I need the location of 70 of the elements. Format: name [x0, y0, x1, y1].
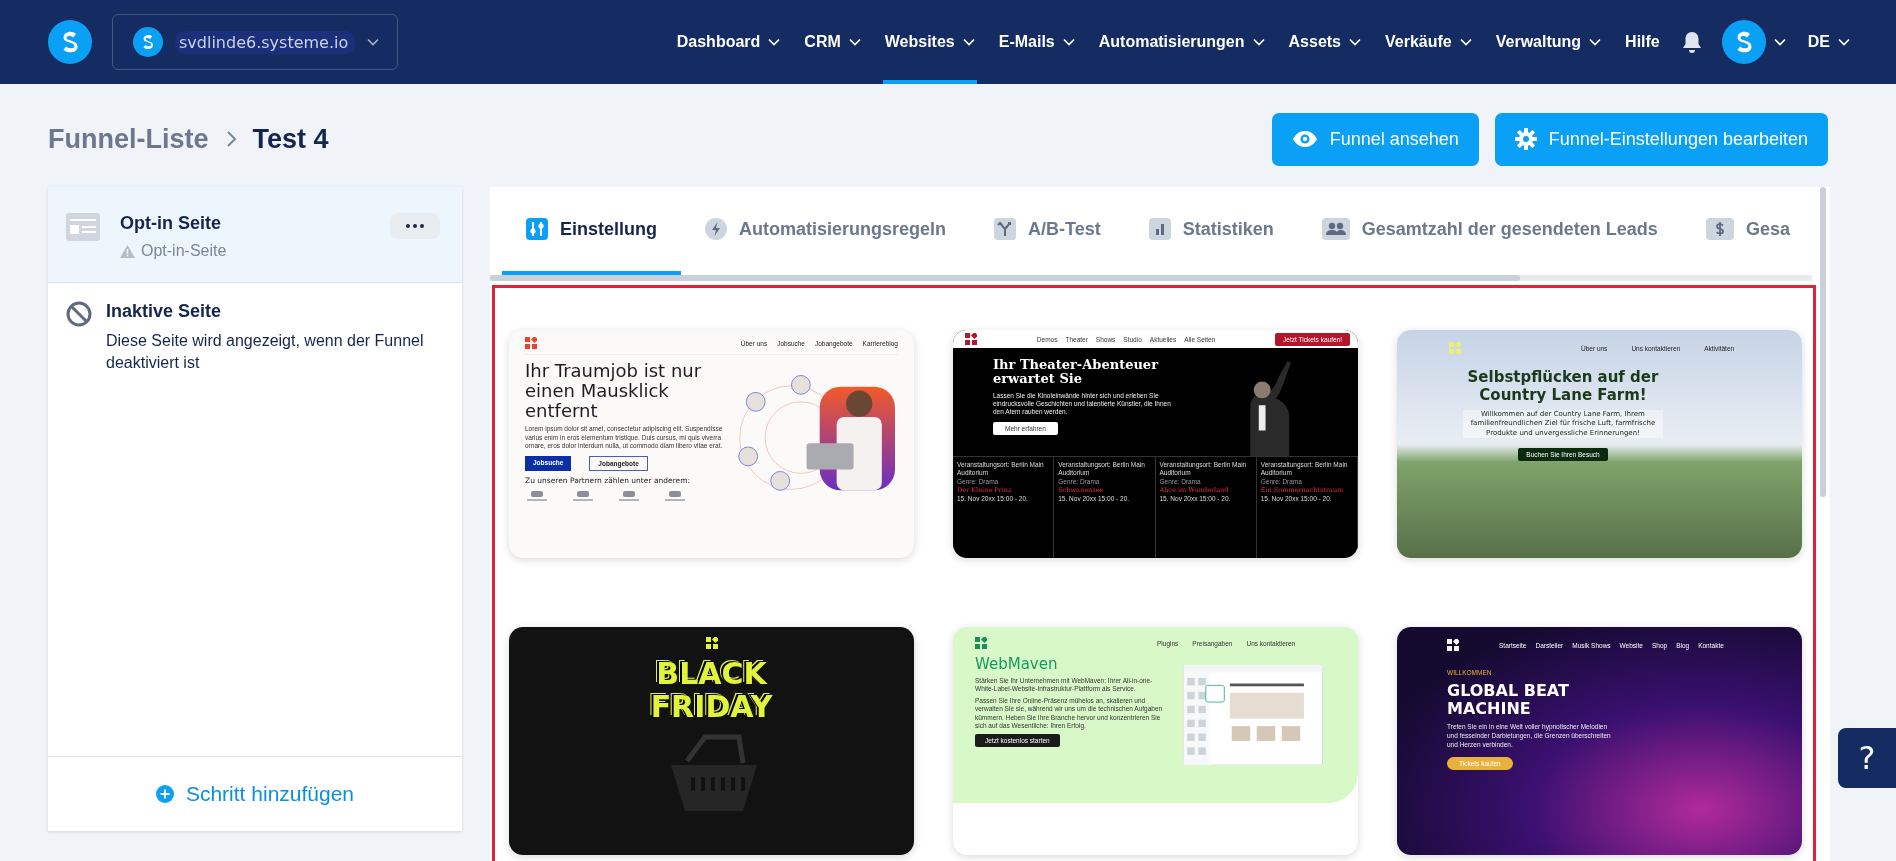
partner-logo-icon: [525, 489, 549, 502]
logo-icon: [1449, 342, 1461, 354]
nav-menu-item[interactable]: Assets: [1286, 0, 1363, 84]
nav-menu-item[interactable]: Verkäufe: [1383, 0, 1474, 84]
inactive-page-title: Inaktive Seite: [106, 301, 223, 322]
split-icon: [994, 218, 1017, 240]
page-title: Test 4: [252, 123, 329, 155]
logo-icon: [48, 20, 92, 64]
template-headline: Selbstpflücken auf der Country Lane Farm!: [1466, 368, 1660, 404]
tab[interactable]: Gesamtzahl der gesendeten Leads: [1297, 187, 1682, 275]
step-type: Opt-in-Seite: [141, 242, 227, 260]
template-card[interactable]: BLACK FRIDAY: [509, 627, 914, 855]
users-icon: [1321, 218, 1350, 240]
sliders-icon: [526, 218, 548, 240]
nav-menu-item[interactable]: Websites: [882, 0, 977, 84]
logo-icon: [525, 337, 537, 349]
inactive-page-description: Diese Seite wird angezeigt, wenn der Funnel deaktiviert ist: [106, 331, 425, 374]
dollar-icon: [1705, 218, 1734, 240]
nav-menu-item[interactable]: Hilfe: [1623, 0, 1662, 84]
chevron-down-icon: [367, 38, 379, 46]
scrollbar-thumb[interactable]: [490, 275, 1520, 281]
logo-icon: [705, 637, 718, 649]
partner-logo-icon: [571, 489, 595, 502]
nav-menu-item[interactable]: E-Mails: [996, 0, 1077, 84]
template-headline: Ihr Theater-Abenteuer erwartet Sie: [993, 358, 1160, 387]
settings-icon: [1514, 128, 1537, 150]
template-card[interactable]: [1397, 330, 1802, 558]
step-title: Opt-in Seite: [120, 213, 222, 234]
breadcrumb-link[interactable]: Funnel-Liste: [48, 123, 209, 155]
tab[interactable]: Gesa: [1681, 187, 1814, 275]
language-menu[interactable]: DE: [1805, 0, 1852, 84]
logo-icon: [1721, 20, 1766, 64]
user-menu[interactable]: [1721, 20, 1786, 64]
eye-icon: [1291, 130, 1318, 148]
scrollbar-thumb[interactable]: [1820, 187, 1826, 497]
partner-logo-icon: [663, 489, 687, 502]
account-switcher[interactable]: svdlinde6.systeme.io: [112, 14, 398, 70]
chevron-right-icon: [224, 130, 237, 148]
template-headline: BLACK FRIDAY: [649, 657, 774, 723]
tab[interactable]: Automatisierungsregeln: [681, 187, 971, 275]
bar-chart-icon: [1148, 218, 1171, 240]
disabled-icon: [66, 301, 92, 327]
nav-menu-item[interactable]: Verwaltung: [1493, 0, 1604, 84]
more-options-button[interactable]: [390, 213, 440, 239]
warning-icon: [120, 244, 135, 258]
template-card[interactable]: [1397, 627, 1802, 855]
tab[interactable]: A/B-Test: [970, 187, 1125, 275]
logo-icon: [133, 27, 163, 57]
partner-logo-icon: [617, 489, 641, 502]
more-icon: [406, 224, 424, 228]
bell-icon[interactable]: [1681, 31, 1702, 53]
nav-menu-item[interactable]: Automatisierungen: [1096, 0, 1267, 84]
template-card[interactable]: [953, 330, 1358, 558]
logo-icon: [975, 637, 987, 649]
template-card[interactable]: [509, 330, 914, 558]
page-icon: [66, 213, 100, 241]
logo-icon: [965, 333, 977, 345]
lightning-icon: [705, 218, 727, 240]
template-headline: GLOBAL BEAT MACHINE: [1447, 682, 1570, 718]
funnel-step[interactable]: Opt-in Seite Opt-in-Seite: [48, 187, 462, 283]
chevron-down-icon: [1773, 38, 1786, 46]
nav-menu-item[interactable]: CRM: [802, 0, 863, 84]
template-headline: Ihr Traumjob ist nur einen Mausklick entfernt: [525, 361, 703, 421]
logo-icon: [1447, 639, 1459, 651]
plus-icon: [155, 785, 174, 803]
tab[interactable]: Statistiken: [1124, 187, 1298, 275]
help-button[interactable]: ?: [1838, 728, 1896, 788]
template-headline: WebMaven: [975, 655, 1058, 673]
chevron-down-icon: [1838, 38, 1850, 46]
nav-menu-item[interactable]: Dashboard: [674, 0, 783, 84]
